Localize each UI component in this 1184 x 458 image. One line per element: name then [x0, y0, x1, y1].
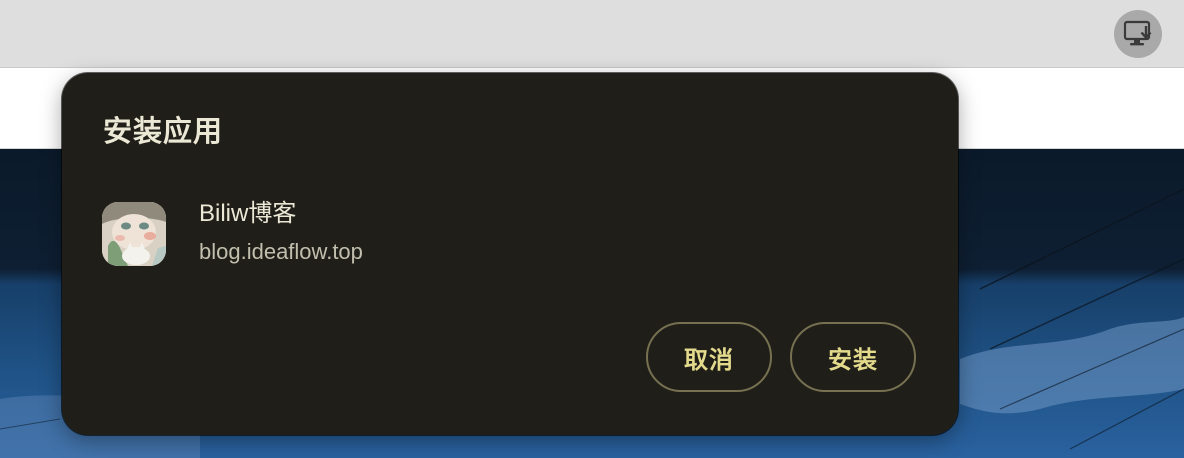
install-button[interactable]: 安装: [790, 322, 916, 392]
browser-toolbar: [0, 0, 1184, 68]
dialog-title: 安装应用: [103, 116, 224, 148]
install-app-icon: [1123, 20, 1153, 48]
app-name: Biliw博客: [199, 200, 297, 227]
browser-window: 安装应用 Biliw博客 blog.ideaflow.top 取消 安装: [0, 0, 1184, 458]
app-origin: blog.ideaflow.top: [199, 239, 363, 264]
cancel-button[interactable]: 取消: [646, 322, 772, 392]
install-app-dialog: 安装应用 Biliw博客 blog.ideaflow.top 取消 安装: [62, 73, 958, 435]
app-icon: [102, 202, 166, 266]
install-app-button[interactable]: [1114, 10, 1162, 58]
